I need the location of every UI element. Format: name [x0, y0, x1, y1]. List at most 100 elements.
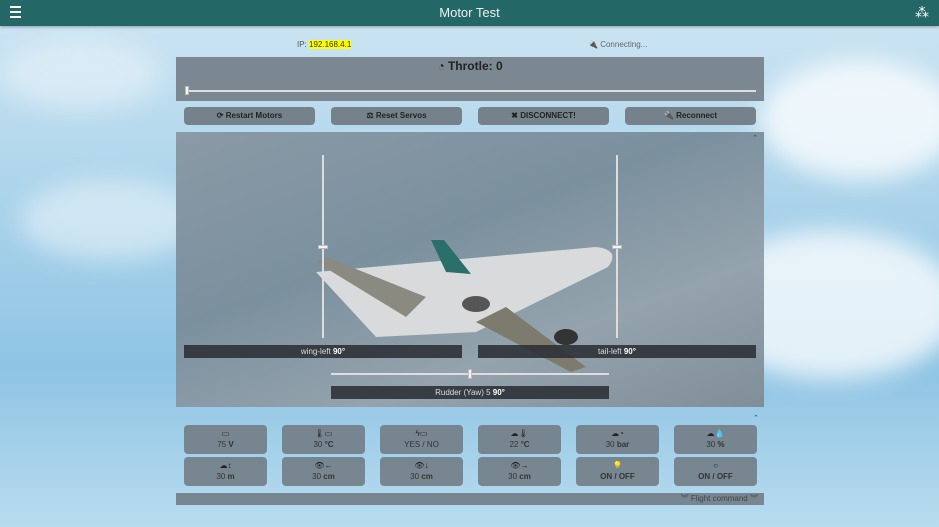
- servo-panel: ⌃ wing-left 90° tail-left 90° Rudder (Ya…: [176, 132, 764, 407]
- gauge-icon: ◔: [437, 59, 445, 73]
- sensor-tile: ▭ 75 V: [184, 425, 267, 454]
- sensor-value: 30 °C: [282, 440, 365, 449]
- reconnect-button[interactable]: 🔌 Reconnect: [625, 107, 756, 125]
- sensor-value: 22 °C: [478, 440, 561, 449]
- sensor-number: YES / NO: [404, 440, 439, 449]
- altitude-icon: ☁↕: [219, 461, 232, 470]
- servo-name: wing-left: [300, 347, 331, 356]
- tail-left-slider-thumb[interactable]: [612, 244, 622, 249]
- throttle-slider-thumb[interactable]: [185, 86, 189, 95]
- chevron-down-icon: ︾: [680, 494, 689, 503]
- sensor-tile: ☁◔ 30 bar: [576, 425, 659, 454]
- sensor-number: 75: [217, 440, 227, 449]
- ip-label: IP:: [297, 40, 307, 49]
- refresh-icon: ⟳: [216, 111, 224, 120]
- sensor-number: 30: [410, 472, 420, 481]
- sensor-value: 30 cm: [282, 472, 365, 481]
- lightbulb-icon: 💡: [612, 461, 623, 470]
- distance-left-icon: 👁←: [314, 461, 333, 470]
- sensor-value: 30 bar: [576, 440, 659, 449]
- sensor-number: 30: [508, 472, 518, 481]
- sensor-number: 30: [605, 440, 615, 449]
- servo-value: 90°: [623, 347, 636, 356]
- sensor-tile: 👁→ 30 cm: [478, 457, 561, 486]
- restart-motors-button[interactable]: ⟳ Restart Motors: [184, 107, 315, 125]
- sensor-value: 75 V: [184, 440, 267, 449]
- servo-name: tail-left: [598, 347, 622, 356]
- sensor-unit: cm: [323, 472, 335, 481]
- connection-text: Connecting...: [600, 40, 648, 49]
- sensor-unit: bar: [616, 440, 630, 449]
- cloud-humidity-icon: ☁💧: [706, 429, 725, 438]
- disconnect-button[interactable]: ✖ DISCONNECT!: [478, 107, 609, 125]
- throttle-panel: ◔ Throtle: 0: [176, 57, 764, 101]
- throttle-slider[interactable]: [186, 90, 756, 92]
- wing-left-slider-thumb[interactable]: [318, 244, 328, 249]
- sensor-unit: cm: [519, 472, 531, 481]
- plug-icon: 🔌: [663, 111, 674, 120]
- cloud-temp-icon: ☁🌡: [510, 429, 529, 438]
- sensor-unit: cm: [421, 472, 433, 481]
- ip-value: 192.168.4.1: [309, 40, 352, 49]
- servo-name: Rudder (Yaw) 5: [435, 388, 491, 397]
- circle-icon: ○: [713, 461, 718, 470]
- disconnect-label: DISCONNECT!: [520, 111, 576, 120]
- plug-icon: 🔌: [588, 40, 598, 49]
- sensor-tile: 👁← 30 cm: [282, 457, 365, 486]
- cubes-icon[interactable]: ⁂: [915, 4, 929, 21]
- restart-label: Restart Motors: [225, 111, 283, 120]
- balance-scale-icon: ⚖: [366, 111, 374, 120]
- sensor-value: ON / OFF: [674, 472, 757, 481]
- rudder-label: Rudder (Yaw) 5 90°: [331, 386, 609, 399]
- wing-left-label: wing-left 90°: [184, 345, 462, 358]
- sensor-number: 30: [706, 440, 716, 449]
- sensor-number: 30: [216, 472, 226, 481]
- sensor-number: 30: [313, 440, 323, 449]
- chevron-down-icon: ︾: [750, 494, 758, 503]
- flight-command-toggle[interactable]: ︾ Flight command ︾: [176, 493, 764, 505]
- battery-temp-icon: 🌡▭: [314, 429, 333, 438]
- collapse-icon[interactable]: ⌃: [752, 134, 758, 142]
- ip-address: IP: 192.168.4.1: [297, 40, 352, 49]
- sensor-tile: ϟ▭ YES / NO: [380, 425, 463, 454]
- reconnect-label: Reconnect: [676, 111, 718, 120]
- reset-servos-button[interactable]: ⚖ Reset Servos: [331, 107, 462, 125]
- servo-value: 90°: [332, 347, 346, 356]
- flight-command-label: Flight command: [690, 494, 748, 503]
- distance-down-icon: 👁↓: [414, 461, 429, 470]
- sensor-value: 30 cm: [380, 472, 463, 481]
- collapse-icon[interactable]: ⌃: [753, 414, 759, 422]
- sensor-unit: %: [717, 440, 725, 449]
- sensor-unit: °C: [324, 440, 334, 449]
- connection-status: 🔌 Connecting...: [588, 40, 647, 49]
- sensor-number: 30: [312, 472, 322, 481]
- sensor-tile: ☁🌡 22 °C: [478, 425, 561, 454]
- sensor-unit: °C: [520, 440, 530, 449]
- battery-icon: ▭: [221, 429, 230, 438]
- sensor-tile: ○ ON / OFF: [674, 457, 757, 486]
- sensor-value: 30 cm: [478, 472, 561, 481]
- sensor-tile: ☁↕ 30 m: [184, 457, 267, 486]
- sensor-unit: ON / OFF: [698, 472, 733, 481]
- rudder-slider-thumb[interactable]: [468, 369, 472, 379]
- sensor-tile: 👁↓ 30 cm: [380, 457, 463, 486]
- sensor-unit: ON / OFF: [600, 472, 635, 481]
- tail-left-label: tail-left 90°: [478, 345, 756, 358]
- servo-value: 90°: [492, 388, 505, 397]
- sensor-tile: 🌡▭ 30 °C: [282, 425, 365, 454]
- throttle-label: Throtle: 0: [447, 59, 503, 73]
- page-title: Motor Test: [439, 5, 500, 20]
- app-header: Motor Test ⁂: [0, 0, 939, 26]
- sensor-number: 22: [509, 440, 519, 449]
- sensor-value: ON / OFF: [576, 472, 659, 481]
- sensor-unit: V: [228, 440, 234, 449]
- distance-right-icon: 👁→: [510, 461, 529, 470]
- sensor-value: 30 m: [184, 472, 267, 481]
- sensor-tile: 💡 ON / OFF: [576, 457, 659, 486]
- sensor-value: 30 %: [674, 440, 757, 449]
- sensor-unit: m: [227, 472, 235, 481]
- airplane-image: [316, 240, 613, 372]
- sensor-value: YES / NO: [380, 440, 463, 449]
- charging-icon: ϟ▭: [415, 429, 428, 438]
- cloud-pressure-icon: ☁◔: [611, 429, 624, 438]
